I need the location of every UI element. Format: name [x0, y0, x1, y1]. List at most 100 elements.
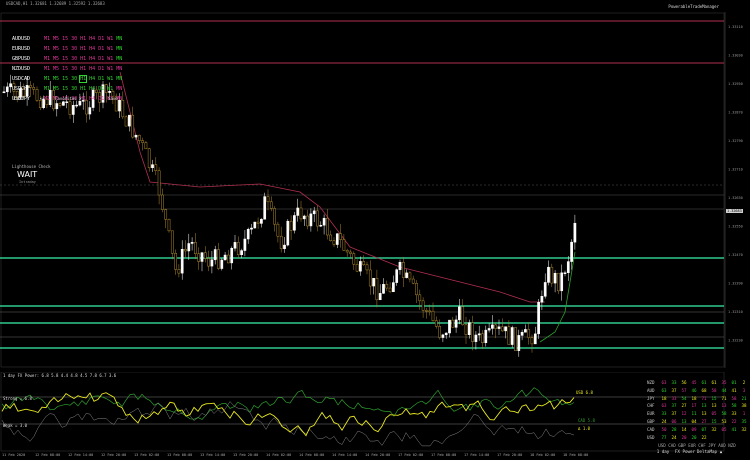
- prev-button[interactable]: <: [40, 96, 42, 101]
- timeframe-15[interactable]: 15: [62, 66, 68, 72]
- timeframe-30[interactable]: 30: [71, 56, 77, 62]
- candle-body: [253, 221, 257, 229]
- matrix-cell: 58: [731, 403, 737, 409]
- timeframe-30[interactable]: 30: [71, 46, 77, 52]
- candle-body: [174, 253, 177, 270]
- timeframe-mn[interactable]: MN: [116, 86, 122, 92]
- timeframe-mn[interactable]: MN: [116, 56, 122, 62]
- price-label: 1.32390: [728, 282, 743, 286]
- candle-body: [385, 284, 389, 289]
- pair-row-gbpusd[interactable]: GBPUSD M1 M5 15 30 H1 H4 D1 W1 MN: [12, 56, 125, 65]
- timeframe-m1[interactable]: M1: [44, 96, 50, 102]
- next-button[interactable]: >: [79, 96, 81, 101]
- pair-row-audusd[interactable]: AUDUSD M1 M5 15 30 H1 H4 D1 W1 MN: [12, 36, 125, 45]
- candle-body: [220, 259, 224, 269]
- timeframe-h4[interactable]: H4: [89, 46, 95, 52]
- candle-body: [514, 327, 517, 351]
- timeframe-w1[interactable]: W1: [107, 36, 113, 42]
- timeframe-m5[interactable]: M5: [53, 46, 59, 52]
- timeframe-m1[interactable]: M1: [44, 76, 50, 82]
- timeframe-d1[interactable]: D1: [98, 56, 104, 62]
- matrix-cell: 17: [691, 403, 697, 409]
- load-button[interactable]: Load: [14, 96, 24, 101]
- timeframe-15[interactable]: 15: [62, 86, 68, 92]
- matrix-cell: 46: [691, 387, 697, 393]
- favorites-button[interactable]: Favorites: [55, 96, 77, 101]
- timeframe-m5[interactable]: M5: [53, 66, 59, 72]
- pair-row-usdcad[interactable]: USDCAD M1 M5 15 30 H1 H4 D1 W1 MN: [12, 75, 125, 85]
- candle-body: [345, 250, 349, 253]
- timeframe-15[interactable]: 15: [62, 56, 68, 62]
- timeframe-d1[interactable]: D1: [98, 66, 104, 72]
- candle-body: [124, 116, 128, 127]
- matrix-column-label: NZD: [728, 443, 736, 448]
- timeframe-m1[interactable]: M1: [44, 46, 50, 52]
- candle-body: [302, 215, 306, 220]
- timeframe-h4[interactable]: H4: [89, 76, 95, 82]
- pair-name[interactable]: AUDUSD: [12, 36, 44, 42]
- timeframe-w1[interactable]: W1: [107, 76, 113, 82]
- pair-row-eurusd[interactable]: EURUSD M1 M5 15 30 H1 H4 D1 W1 MN: [12, 46, 125, 55]
- timeframe-w1[interactable]: W1: [107, 46, 113, 52]
- timeframe-h1[interactable]: H1: [80, 46, 86, 52]
- timeframe-m5[interactable]: M5: [53, 86, 59, 92]
- timeframe-15[interactable]: 15: [62, 46, 68, 52]
- candle-body: [444, 332, 448, 336]
- timeframe-d1[interactable]: D1: [98, 36, 104, 42]
- pair-row-nzdusd[interactable]: NZDUSD M1 M5 15 30 H1 H4 D1 W1 MN: [12, 66, 125, 75]
- timeframe-30[interactable]: 30: [71, 36, 77, 42]
- timeframe-mn[interactable]: MN: [116, 36, 122, 42]
- matrix-cell: 61: [701, 380, 707, 385]
- timeframe-h1[interactable]: H1: [79, 75, 88, 83]
- timeframe-h1[interactable]: H1: [80, 36, 86, 42]
- save-button[interactable]: Save: [108, 96, 118, 101]
- timeframe-w1[interactable]: W1: [107, 66, 113, 72]
- timeframe-w1[interactable]: W1: [107, 86, 113, 92]
- timeframe-m1[interactable]: M1: [44, 56, 50, 62]
- matrix-cell: 71: [701, 395, 707, 401]
- timeframe-mn[interactable]: MN: [116, 76, 122, 82]
- timeframe-30[interactable]: 30: [71, 66, 77, 72]
- timeframe-m5[interactable]: M5: [53, 36, 59, 42]
- timeframe-30[interactable]: 30: [71, 76, 77, 82]
- timeframe-d1[interactable]: D1: [98, 76, 104, 82]
- timeframe-h4[interactable]: H4: [89, 36, 95, 42]
- timeframe-d1[interactable]: D1: [98, 86, 104, 92]
- lighthouse-status: WAIT: [17, 170, 38, 179]
- timeframe-h4[interactable]: H4: [89, 86, 95, 92]
- pair-name[interactable]: USDCAD: [12, 76, 44, 82]
- timeframe-d1[interactable]: D1: [98, 96, 104, 102]
- matrix-cell: 37: [671, 411, 677, 417]
- timeframe-h1[interactable]: H1: [80, 56, 86, 62]
- timeframe-mn[interactable]: MN: [116, 46, 122, 52]
- timeframe-w1[interactable]: W1: [107, 56, 113, 62]
- candle-body: [484, 329, 488, 343]
- timeframe-m1[interactable]: M1: [44, 86, 50, 92]
- pair-name[interactable]: NZDUSD: [12, 66, 44, 72]
- timeframe-h4[interactable]: H4: [89, 56, 95, 62]
- matrix-cell: 44: [721, 387, 727, 393]
- pair-name[interactable]: USDCHF: [12, 86, 44, 92]
- pair-name[interactable]: GBPUSD: [12, 56, 44, 62]
- pair-name[interactable]: EURUSD: [12, 46, 44, 52]
- timeframe-m5[interactable]: M5: [53, 76, 59, 82]
- timeframe-m5[interactable]: M5: [53, 56, 59, 62]
- timeframe-d1[interactable]: D1: [98, 46, 104, 52]
- candle-body: [560, 272, 564, 292]
- timeframe-15[interactable]: 15: [62, 76, 68, 82]
- timeframe-15[interactable]: 15: [62, 36, 68, 42]
- candle-body: [355, 263, 359, 272]
- timeframe-h4[interactable]: H4: [89, 96, 95, 102]
- pair-row-usdchf[interactable]: USDCHF M1 M5 15 30 H1 H4 D1 W1 MN: [12, 86, 125, 95]
- matrix-cell: 77: [661, 434, 667, 440]
- timeframe-mn[interactable]: MN: [116, 66, 122, 72]
- fx-power-chart[interactable]: [0, 372, 750, 452]
- timeframe-h1[interactable]: H1: [80, 86, 86, 92]
- timeframe-30[interactable]: 30: [71, 86, 77, 92]
- timeframe-h4[interactable]: H4: [89, 66, 95, 72]
- timeframe-m1[interactable]: M1: [44, 36, 50, 42]
- candle-body: [5, 86, 9, 93]
- timeframe-h1[interactable]: H1: [80, 66, 86, 72]
- timeframe-m1[interactable]: M1: [44, 66, 50, 72]
- matrix-cell: 33: [671, 395, 677, 401]
